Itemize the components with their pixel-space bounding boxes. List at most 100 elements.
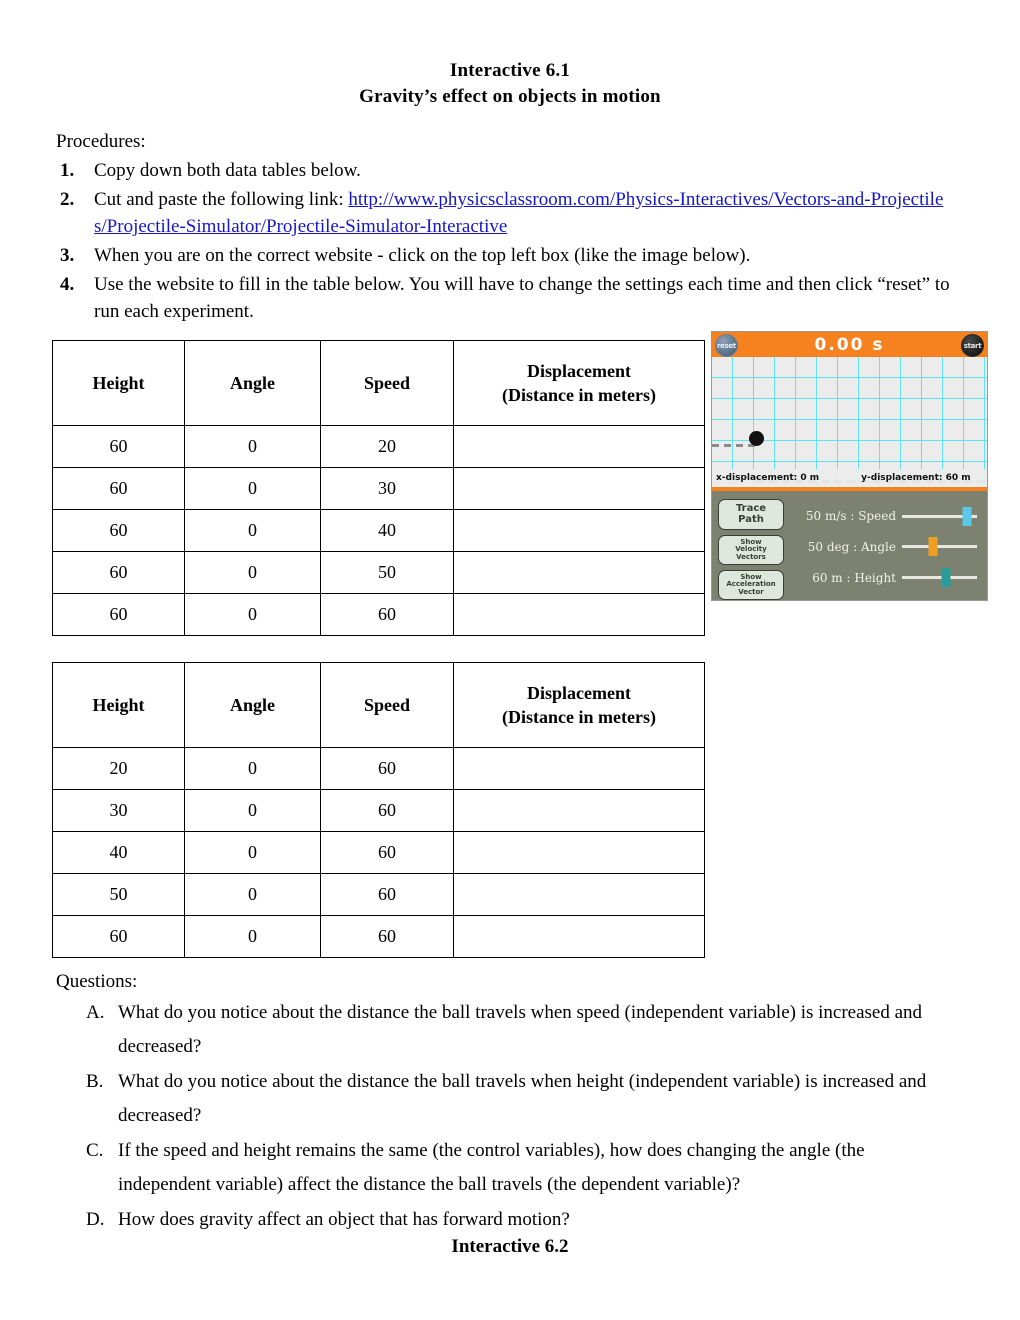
- footer-title: Interactive 6.2: [451, 1236, 569, 1257]
- header-displacement-line1: Displacement: [527, 361, 631, 381]
- procedure-text-3: When you are on the correct website - cl…: [94, 245, 751, 266]
- show-acceleration-vector-button[interactable]: Show Acceleration Vector: [718, 570, 784, 600]
- height-slider-handle[interactable]: [941, 568, 950, 588]
- header-speed: Speed: [320, 662, 454, 748]
- data-table-height: Height Angle Speed Displacement (Distanc…: [52, 662, 705, 958]
- speed-slider-label: 50 m/s : Speed: [805, 509, 896, 524]
- cell-displacement[interactable]: [453, 831, 705, 874]
- cell-height: 20: [52, 747, 185, 790]
- procedures-section: Procedures: 1. Copy down both data table…: [56, 128, 956, 325]
- table-row: 60 0 60: [52, 593, 705, 636]
- speed-slider-row: 50 m/s : Speed: [790, 501, 977, 531]
- procedures-list: 1. Copy down both data tables below. 2. …: [56, 157, 956, 325]
- procedure-number-3: 3.: [60, 245, 75, 266]
- header-displacement-line1: Displacement: [527, 683, 631, 703]
- angle-slider-handle[interactable]: [928, 537, 938, 557]
- question-letter-d: D.: [86, 1209, 105, 1230]
- simulator-timer: 0.00 s: [814, 334, 885, 355]
- cell-angle: 0: [184, 551, 321, 594]
- trace-path-button[interactable]: Trace Path: [718, 499, 784, 530]
- procedures-heading: Procedures:: [56, 131, 146, 152]
- cell-height: 60: [52, 467, 185, 510]
- projectile-ball: [749, 431, 764, 446]
- velocity-line3: Vectors: [736, 552, 766, 561]
- simulator-slider-column: 50 m/s : Speed 50 deg : Angle 60 m : Hei…: [784, 497, 981, 599]
- cell-angle: 0: [184, 789, 321, 832]
- cell-displacement[interactable]: [453, 509, 705, 552]
- simulator-stage[interactable]: x-displacement: 0 m y-displacement: 60 m: [712, 357, 987, 487]
- data-table-speed: Height Angle Speed Displacement (Distanc…: [52, 340, 705, 636]
- cell-speed: 60: [320, 915, 454, 958]
- cell-height: 60: [52, 915, 185, 958]
- questions-section: Questions: A. What do you notice about t…: [56, 968, 956, 1237]
- simulator-toggle-column: Trace Path Show Velocity Vectors Show Ac…: [718, 497, 784, 600]
- angle-slider[interactable]: [902, 537, 977, 557]
- cell-speed: 60: [320, 873, 454, 916]
- cell-displacement[interactable]: [453, 593, 705, 636]
- cell-speed: 60: [320, 747, 454, 790]
- height-slider[interactable]: [902, 568, 977, 588]
- projectile-simulator-image: reset 0.00 s start x-displacement: 0 m y…: [711, 331, 988, 601]
- procedure-text-2: Cut and paste the following link:: [94, 189, 349, 210]
- reset-button[interactable]: reset: [715, 334, 738, 357]
- cell-displacement[interactable]: [453, 551, 705, 594]
- table-speed-head: Height Angle Speed Displacement (Distanc…: [52, 340, 705, 426]
- question-text-c: If the speed and height remains the same…: [118, 1140, 865, 1195]
- table-header-row: Height Angle Speed Displacement (Distanc…: [52, 662, 705, 748]
- cell-displacement[interactable]: [453, 915, 705, 958]
- header-angle: Angle: [184, 662, 321, 748]
- table-row: 60 0 40: [52, 509, 705, 552]
- simulator-readouts: x-displacement: 0 m y-displacement: 60 m: [712, 469, 987, 487]
- cell-displacement[interactable]: [453, 873, 705, 916]
- table-row: 60 0 60: [52, 915, 705, 958]
- procedure-number-2: 2.: [60, 189, 75, 210]
- cell-speed: 60: [320, 831, 454, 874]
- speed-slider-handle[interactable]: [962, 506, 971, 526]
- header-speed: Speed: [320, 340, 454, 426]
- cell-displacement[interactable]: [453, 467, 705, 510]
- table-speed-body: 60 0 20 60 0 30 60 0 40 60 0 50 60 0 60: [52, 425, 705, 636]
- page-title-line-1: Interactive 6.1: [449, 60, 571, 81]
- start-button[interactable]: start: [961, 334, 984, 357]
- cell-displacement[interactable]: [453, 747, 705, 790]
- question-text-a: What do you notice about the distance th…: [118, 1002, 923, 1057]
- cell-angle: 0: [184, 593, 321, 636]
- cell-speed: 40: [320, 509, 454, 552]
- cell-displacement[interactable]: [453, 789, 705, 832]
- cell-angle: 0: [184, 425, 321, 468]
- cell-height: 40: [52, 831, 185, 874]
- table-row: 60 0 30: [52, 467, 705, 510]
- table-row: 60 0 20: [52, 425, 705, 468]
- x-displacement-readout: x-displacement: 0 m: [716, 473, 820, 483]
- question-item-c: C. If the speed and height remains the s…: [56, 1134, 956, 1202]
- question-letter-b: B.: [86, 1071, 104, 1092]
- questions-list: A. What do you notice about the distance…: [56, 996, 956, 1237]
- header-displacement: Displacement (Distance in meters): [453, 340, 705, 426]
- question-item-d: D. How does gravity affect an object tha…: [56, 1203, 956, 1237]
- speed-slider[interactable]: [902, 506, 977, 526]
- cell-angle: 0: [184, 509, 321, 552]
- table-header-row: Height Angle Speed Displacement (Distanc…: [52, 340, 705, 426]
- cell-height: 50: [52, 873, 185, 916]
- show-velocity-vectors-button[interactable]: Show Velocity Vectors: [718, 535, 784, 566]
- trace-path-line1: Trace: [735, 503, 767, 514]
- angle-slider-row: 50 deg : Angle: [790, 532, 977, 562]
- height-slider-label: 60 m : Height: [812, 570, 896, 585]
- cell-angle: 0: [184, 747, 321, 790]
- document-title-block: Interactive 6.1 Gravity’s effect on obje…: [0, 58, 1020, 110]
- table-row: 60 0 50: [52, 551, 705, 594]
- question-letter-c: C.: [86, 1140, 104, 1161]
- table-height-body: 20 0 60 30 0 60 40 0 60 50 0 60 60 0 60: [52, 747, 705, 958]
- procedure-text-4: Use the website to fill in the table bel…: [94, 274, 950, 322]
- cell-angle: 0: [184, 915, 321, 958]
- y-displacement-readout: y-displacement: 60 m: [861, 473, 971, 483]
- cell-angle: 0: [184, 831, 321, 874]
- cell-displacement[interactable]: [453, 425, 705, 468]
- question-item-a: A. What do you notice about the distance…: [56, 996, 956, 1064]
- acceleration-line3: Vector: [738, 587, 764, 596]
- header-displacement: Displacement (Distance in meters): [453, 662, 705, 748]
- procedure-text-1: Copy down both data tables below.: [94, 160, 361, 181]
- cell-speed: 60: [320, 593, 454, 636]
- table-row: 30 0 60: [52, 789, 705, 832]
- trace-path-line2: Path: [738, 513, 764, 525]
